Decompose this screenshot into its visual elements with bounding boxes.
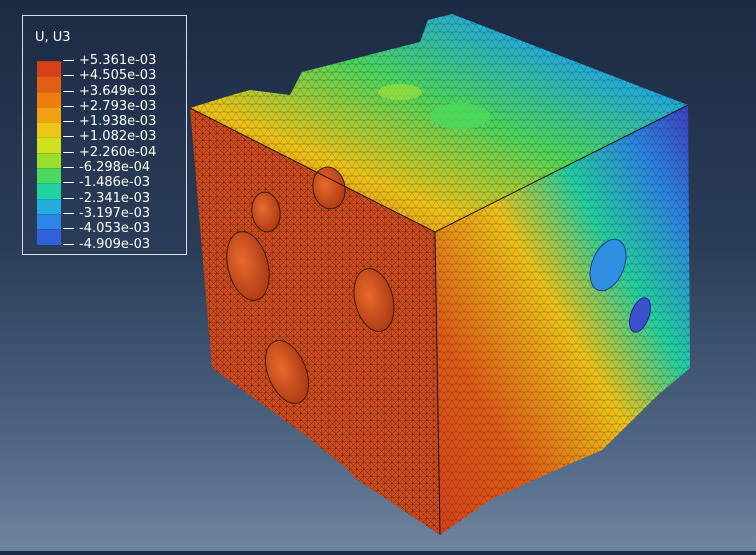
legend-label: +1.938e-03 xyxy=(62,114,156,129)
legend-label: +5.361e-03 xyxy=(62,53,156,68)
legend-swatch xyxy=(37,76,61,92)
top-face-hole xyxy=(378,84,422,100)
legend-labels: +5.361e-03 +4.505e-03 +3.649e-03 +2.793e-03… xyxy=(62,53,156,252)
legend-swatch xyxy=(37,137,61,153)
viewport[interactable]: U, U3 +5.361e-03 +4.505e-03 +3.649e-03 +2.7… xyxy=(0,0,756,551)
legend-label: -4.053e-03 xyxy=(62,221,156,236)
legend-swatch xyxy=(37,198,61,214)
legend-label: +2.793e-03 xyxy=(62,99,156,114)
top-face-hole xyxy=(430,103,490,129)
legend-label: -6.298e-04 xyxy=(62,160,156,175)
legend-label: -2.341e-03 xyxy=(62,191,156,206)
legend-swatch xyxy=(37,213,61,230)
legend-label: +1.082e-03 xyxy=(62,129,156,144)
legend: U, U3 +5.361e-03 +4.505e-03 +3.649e-03 +2.7… xyxy=(22,15,187,255)
legend-swatch xyxy=(37,168,61,184)
legend-swatch xyxy=(37,61,61,77)
legend-title: U, U3 xyxy=(35,30,71,45)
legend-swatch xyxy=(37,91,61,107)
legend-swatch xyxy=(37,122,61,138)
legend-label: +3.649e-03 xyxy=(62,84,156,99)
legend-label: -1.486e-03 xyxy=(62,175,156,190)
legend-swatch xyxy=(37,106,61,123)
legend-label: -3.197e-03 xyxy=(62,206,156,221)
legend-color-bar xyxy=(37,61,61,245)
legend-swatch xyxy=(37,183,61,199)
legend-label: +4.505e-03 xyxy=(62,68,156,83)
legend-swatch xyxy=(37,229,61,245)
legend-label: -4.909e-03 xyxy=(62,237,156,252)
legend-swatch xyxy=(37,152,61,169)
legend-label: +2.260e-04 xyxy=(62,145,156,160)
